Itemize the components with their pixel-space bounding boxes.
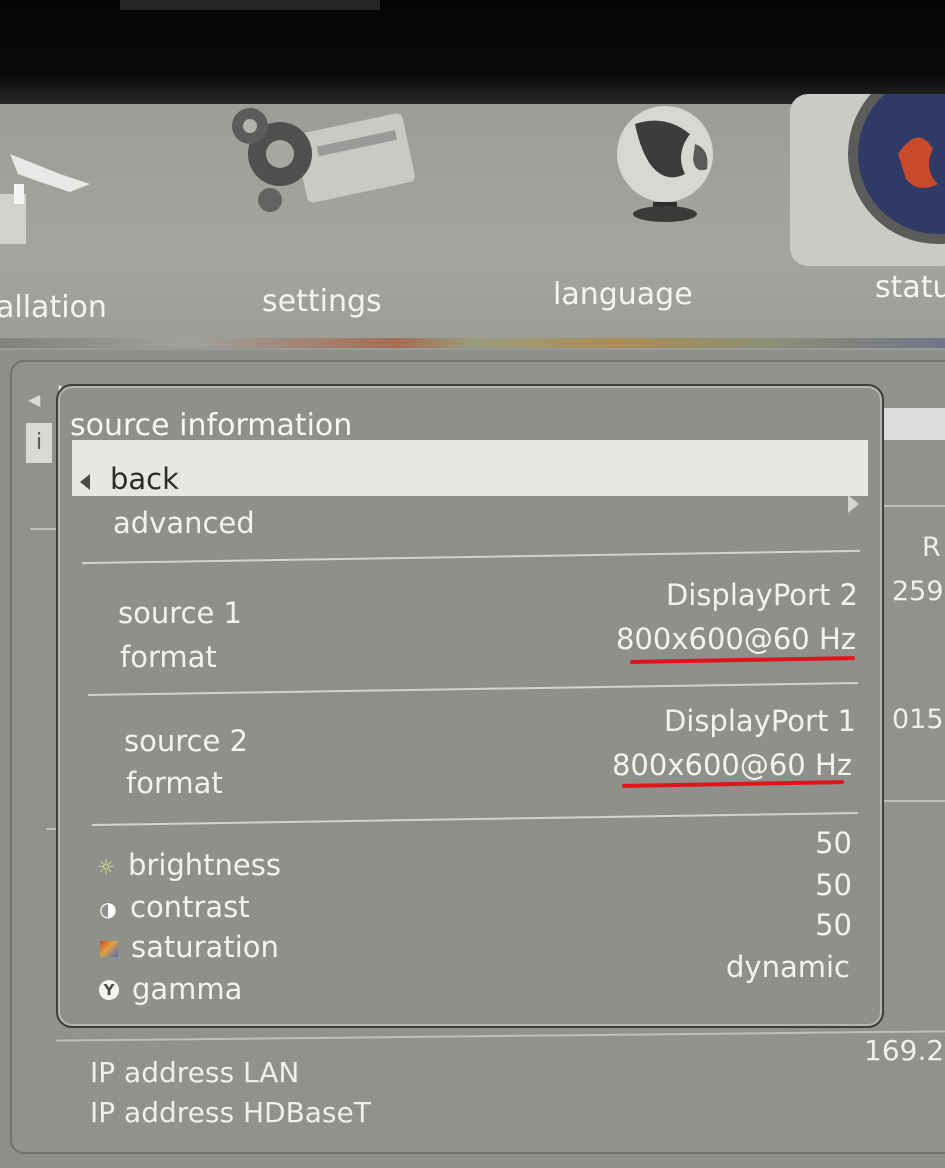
brightness-label: brightness bbox=[128, 848, 281, 882]
ip-lan-value: 169.25 bbox=[864, 1034, 945, 1067]
source-1-format-label: format bbox=[120, 640, 217, 674]
dialog-title: source information bbox=[70, 408, 353, 443]
info-icon: i bbox=[26, 423, 52, 463]
main-menu-bar: allation settings language statu bbox=[0, 94, 945, 354]
source-1-input: DisplayPort 2 bbox=[665, 578, 858, 612]
chevron-left-icon: ◀ bbox=[28, 390, 41, 409]
chevron-right-icon[interactable] bbox=[848, 495, 859, 513]
source-2-input: DisplayPort 1 bbox=[663, 704, 856, 738]
installation-icon[interactable] bbox=[0, 134, 100, 244]
gamma-label: gamma bbox=[132, 972, 243, 1006]
tab-installation[interactable]: allation bbox=[0, 290, 107, 325]
status-icon[interactable] bbox=[828, 94, 945, 244]
saturation-value: 50 bbox=[815, 908, 852, 942]
back-label: back bbox=[110, 462, 179, 496]
menu-accent-line bbox=[0, 338, 945, 348]
sun-icon: ☼ bbox=[97, 855, 115, 879]
brightness-value: 50 bbox=[815, 826, 852, 860]
contrast-value: 50 bbox=[815, 868, 852, 902]
screen-bezel bbox=[0, 0, 945, 108]
tab-status[interactable]: statu bbox=[875, 270, 945, 305]
saturation-icon bbox=[98, 938, 120, 960]
ip-lan-label: IP address LAN bbox=[90, 1056, 300, 1089]
status-value: 259 bbox=[892, 576, 944, 607]
tab-settings[interactable]: settings bbox=[262, 284, 382, 319]
gamma-value: dynamic bbox=[726, 950, 850, 984]
saturation-label: saturation bbox=[131, 930, 279, 964]
settings-icon[interactable] bbox=[210, 104, 430, 224]
gamma-icon: Y bbox=[99, 980, 121, 1002]
chevron-left-icon bbox=[80, 474, 90, 490]
source-2-format-label: format bbox=[126, 766, 223, 800]
tab-language[interactable]: language bbox=[553, 277, 693, 312]
source-2-label: source 2 bbox=[124, 724, 248, 758]
status-value: 015 bbox=[892, 704, 944, 735]
ip-hdbaset-label: IP address HDBaseT bbox=[90, 1096, 371, 1129]
source-1-format: 800x600@60 Hz bbox=[615, 622, 856, 656]
source-2-format: 800x600@60 Hz bbox=[611, 748, 852, 782]
advanced-menu-item[interactable]: advanced bbox=[113, 506, 255, 540]
source-1-label: source 1 bbox=[118, 596, 242, 630]
globe-icon[interactable] bbox=[595, 104, 735, 224]
back-menu-item[interactable] bbox=[72, 440, 868, 496]
contrast-label: contrast bbox=[130, 890, 250, 924]
status-divider bbox=[880, 505, 945, 507]
status-column-header: R bbox=[922, 532, 941, 563]
contrast-icon: ◑ bbox=[99, 897, 117, 921]
